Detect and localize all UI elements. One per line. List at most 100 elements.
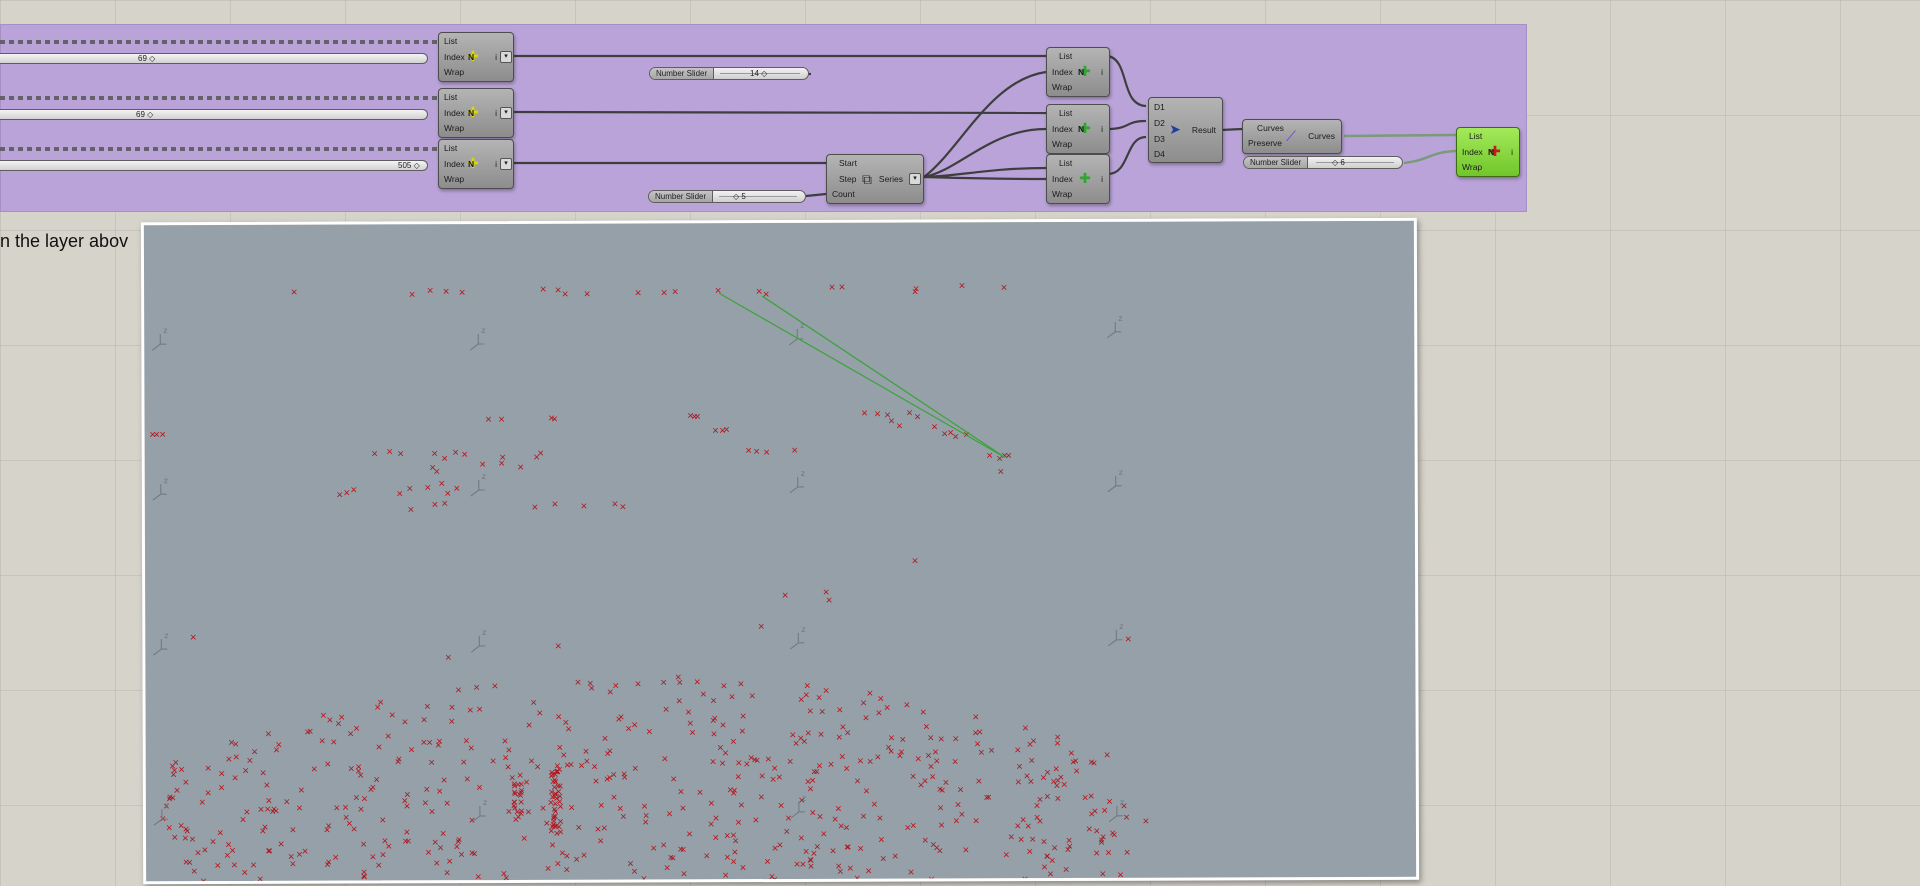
chevron-down-icon[interactable]: ▾ bbox=[500, 107, 512, 119]
input-d3[interactable]: D3 bbox=[1154, 134, 1165, 144]
input-wrap[interactable]: Wrap bbox=[1462, 162, 1482, 172]
list-item-component-selected[interactable]: List Index Wrap ✚ N i bbox=[1456, 127, 1520, 177]
point-marker: × bbox=[728, 692, 736, 702]
input-wrap[interactable]: Wrap bbox=[1052, 189, 1072, 199]
point-marker: × bbox=[224, 851, 232, 861]
point-marker: × bbox=[807, 785, 815, 795]
input-list[interactable]: List bbox=[1059, 51, 1072, 61]
point-marker: × bbox=[975, 777, 983, 787]
point-marker: × bbox=[675, 697, 683, 707]
point-marker: × bbox=[549, 793, 557, 803]
input-curves[interactable]: Curves bbox=[1257, 123, 1284, 133]
point-marker: × bbox=[510, 801, 518, 811]
list-item-component[interactable]: List Index Wrap ✚ N i ▾ bbox=[438, 139, 514, 189]
point-marker: × bbox=[743, 760, 751, 770]
point-marker: × bbox=[396, 489, 404, 499]
chevron-down-icon[interactable]: ▾ bbox=[909, 173, 921, 185]
axis-gizmo: z bbox=[153, 631, 169, 656]
input-list[interactable]: List bbox=[1059, 158, 1072, 168]
rhino-viewport-image[interactable]: × × × × × × × × × × × × × × × × × × × × × × × × × × × × × × × × × × × × × × × ×… bbox=[140, 217, 1420, 885]
slider-left-2[interactable]: 69 ◇ bbox=[0, 109, 428, 120]
output-item[interactable]: i bbox=[495, 108, 497, 118]
point-marker: × bbox=[1109, 829, 1117, 839]
output-result[interactable]: Result bbox=[1192, 125, 1216, 135]
point-marker: × bbox=[958, 281, 966, 291]
input-wrap[interactable]: Wrap bbox=[444, 174, 464, 184]
curves-component[interactable]: Curves Preserve ⟋ Curves bbox=[1242, 119, 1342, 154]
point-marker: × bbox=[422, 799, 430, 809]
point-marker: × bbox=[1123, 848, 1131, 858]
merge-component[interactable]: D1 D2 D3 D4 ➤ Result bbox=[1148, 97, 1223, 163]
point-marker: × bbox=[722, 749, 730, 759]
input-wrap[interactable]: Wrap bbox=[444, 67, 464, 77]
point-marker: × bbox=[539, 285, 547, 295]
point-marker: × bbox=[443, 868, 451, 878]
slider-left-3[interactable]: 505 ◇ bbox=[0, 160, 428, 171]
output-item[interactable]: i bbox=[1101, 174, 1103, 184]
output-item[interactable]: i bbox=[1101, 67, 1103, 77]
input-index[interactable]: Index bbox=[1052, 67, 1073, 77]
input-d1[interactable]: D1 bbox=[1154, 102, 1165, 112]
input-index[interactable]: Index bbox=[444, 108, 465, 118]
output-series[interactable]: Series bbox=[879, 174, 903, 184]
input-index[interactable]: Index bbox=[1462, 147, 1483, 157]
output-item[interactable]: i bbox=[495, 159, 497, 169]
input-preserve[interactable]: Preserve bbox=[1248, 138, 1282, 148]
input-list[interactable]: List bbox=[444, 92, 457, 102]
output-item[interactable]: i bbox=[495, 52, 497, 62]
output-item[interactable]: i bbox=[1511, 147, 1513, 157]
point-marker: × bbox=[575, 823, 583, 833]
point-marker: × bbox=[601, 734, 609, 744]
list-item-component[interactable]: List Index Wrap ✚ N i ▾ bbox=[438, 32, 514, 82]
input-d4[interactable]: D4 bbox=[1154, 149, 1165, 159]
input-list[interactable]: List bbox=[1469, 131, 1482, 141]
input-list[interactable]: List bbox=[444, 143, 457, 153]
input-index[interactable]: Index bbox=[444, 52, 465, 62]
input-step[interactable]: Step bbox=[839, 174, 857, 184]
input-start[interactable]: Start bbox=[839, 158, 857, 168]
point-marker: × bbox=[786, 757, 794, 767]
point-marker: × bbox=[660, 678, 668, 688]
point-marker: × bbox=[269, 807, 277, 817]
chevron-down-icon[interactable]: ▾ bbox=[500, 158, 512, 170]
point-marker: × bbox=[324, 760, 332, 770]
number-slider[interactable]: Number Slider 14 ◇ bbox=[649, 67, 809, 80]
input-wrap[interactable]: Wrap bbox=[1052, 82, 1072, 92]
input-wrap[interactable]: Wrap bbox=[444, 123, 464, 133]
output-item[interactable]: i bbox=[1101, 124, 1103, 134]
point-marker: × bbox=[563, 865, 571, 875]
list-item-component[interactable]: List Index Wrap ✚ i bbox=[1046, 154, 1110, 204]
point-marker: × bbox=[246, 756, 254, 766]
input-index[interactable]: Index bbox=[1052, 174, 1073, 184]
series-component[interactable]: Start Step Count ⧉ Series ▾ bbox=[826, 154, 924, 204]
point-marker: × bbox=[735, 818, 743, 828]
point-marker: × bbox=[231, 774, 239, 784]
output-curves[interactable]: Curves bbox=[1308, 131, 1335, 141]
input-count[interactable]: Count bbox=[832, 189, 855, 199]
axis-gizmo: z bbox=[790, 625, 805, 650]
chevron-down-icon[interactable]: ▾ bbox=[500, 51, 512, 63]
input-index[interactable]: Index bbox=[1052, 124, 1073, 134]
point-marker: × bbox=[1088, 810, 1096, 820]
point-marker: × bbox=[404, 837, 412, 847]
input-wrap[interactable]: Wrap bbox=[1052, 139, 1072, 149]
point-marker: × bbox=[489, 757, 497, 767]
list-item-component[interactable]: List Index Wrap ✚ N i ▾ bbox=[438, 88, 514, 138]
input-list[interactable]: List bbox=[444, 36, 457, 46]
point-marker: × bbox=[689, 728, 697, 738]
list-item-component[interactable]: List Index Wrap ✚ N i bbox=[1046, 47, 1110, 97]
point-marker: × bbox=[476, 705, 484, 715]
point-marker: × bbox=[710, 730, 718, 740]
input-index[interactable]: Index bbox=[444, 159, 465, 169]
number-slider[interactable]: Number Slider ◇ 6 bbox=[1243, 156, 1403, 169]
point-marker: × bbox=[797, 734, 805, 744]
input-list[interactable]: List bbox=[1059, 108, 1072, 118]
index-letter: N bbox=[1078, 67, 1085, 77]
list-item-component[interactable]: List Index Wrap ✚ N i bbox=[1046, 104, 1110, 154]
number-slider[interactable]: Number Slider ◇ 5 bbox=[648, 190, 806, 203]
point-marker: × bbox=[685, 708, 693, 718]
point-marker: × bbox=[604, 749, 612, 759]
point-marker: × bbox=[438, 479, 446, 489]
input-d2[interactable]: D2 bbox=[1154, 118, 1165, 128]
slider-left-1[interactable]: 69 ◇ bbox=[0, 53, 428, 64]
